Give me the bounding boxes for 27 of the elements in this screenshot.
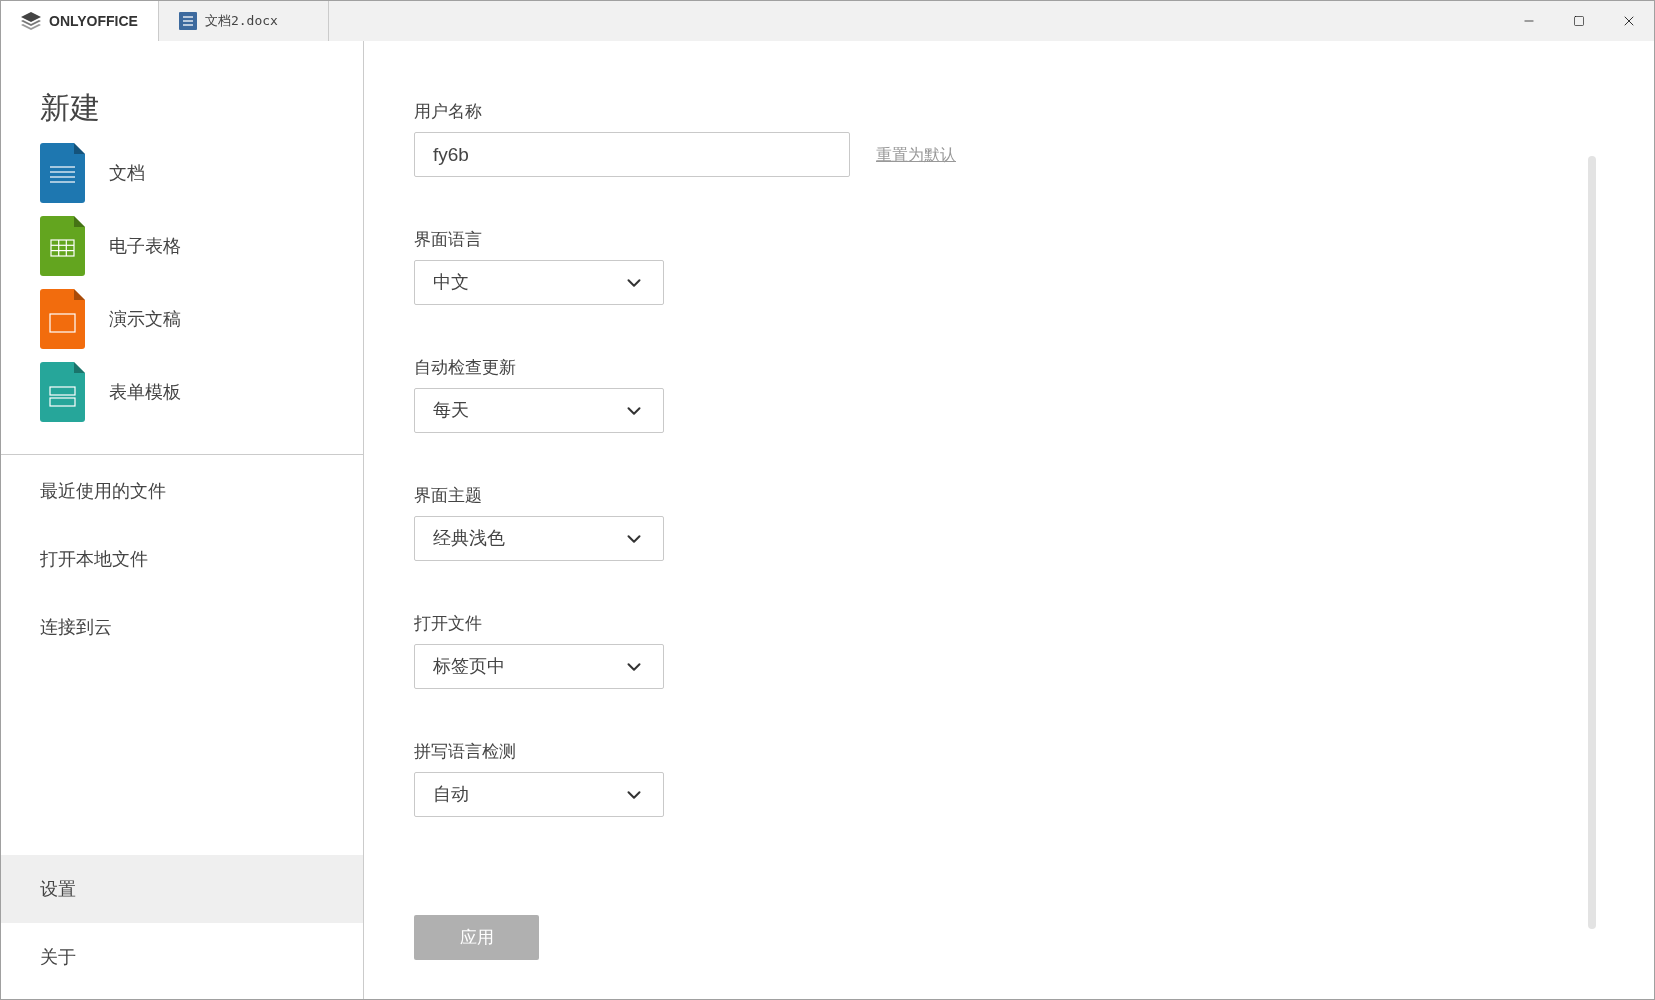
file-icon	[40, 143, 85, 203]
new-file-item[interactable]: 文档	[40, 143, 363, 203]
dropdown[interactable]: 每天	[414, 388, 664, 433]
text-field[interactable]: fy6b	[414, 132, 850, 177]
file-icon	[40, 216, 85, 276]
layers-icon	[21, 12, 41, 30]
new-file-item[interactable]: 演示文稿	[40, 289, 363, 349]
nav-item[interactable]: 设置	[1, 855, 363, 923]
setting-label: 界面语言	[414, 229, 483, 251]
scrollbar[interactable]	[1588, 156, 1596, 929]
maximize-icon	[1573, 15, 1585, 27]
dropdown[interactable]: 自动	[414, 772, 664, 817]
dropdown[interactable]: 标签页中	[414, 644, 664, 689]
document-icon	[178, 12, 197, 30]
setting-label: 拼写语言检测	[414, 741, 517, 763]
new-file-item[interactable]: 电子表格	[40, 216, 363, 276]
setting-label: 自动检查更新	[414, 357, 517, 379]
tab[interactable]: ONLYOFFICE	[1, 1, 159, 41]
setting-label: 用户名称	[414, 101, 483, 123]
setting-label: 界面主题	[414, 485, 483, 507]
setting-label: 打开文件	[414, 613, 483, 635]
file-icon	[40, 289, 85, 349]
file-icon	[40, 362, 85, 422]
dropdown[interactable]: 中文	[414, 260, 664, 305]
new-file-item[interactable]: 表单模板	[40, 362, 363, 422]
section-title: 新建	[40, 93, 101, 126]
dropdown[interactable]: 经典浅色	[414, 516, 664, 561]
